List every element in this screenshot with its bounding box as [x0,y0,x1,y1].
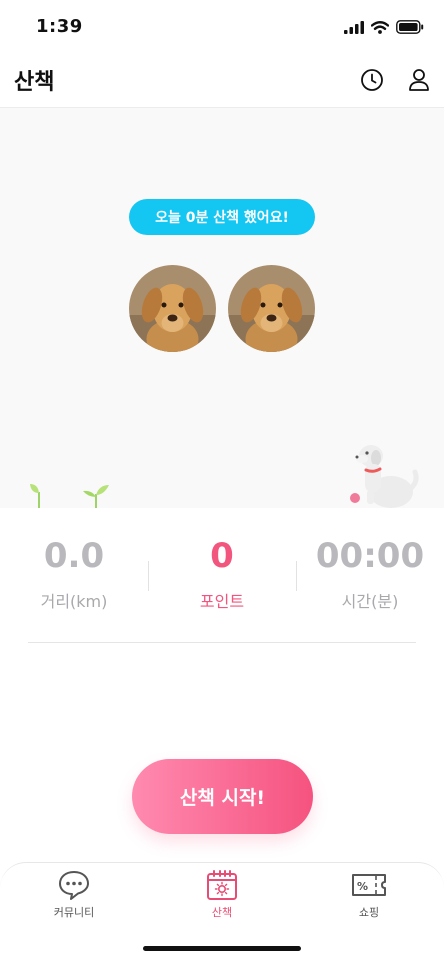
status-icons [344,18,424,36]
clock-icon [361,69,383,91]
dog-photo-icon [129,265,216,352]
home-indicator [143,946,301,951]
sprout-icon [30,484,40,508]
cellular-signal-icon [344,20,364,34]
calendar-sun-icon [207,870,237,900]
tab-walk[interactable]: 산책 [167,869,277,931]
dog-avatar[interactable] [129,265,216,352]
time-value: 00:00 [315,536,425,576]
dog-avatar[interactable] [228,265,315,352]
svg-text:%: % [357,880,368,893]
tab-shopping[interactable]: % 쇼핑 [314,869,424,931]
tab-community[interactable]: 커뮤니티 [19,869,129,931]
points-label: 포인트 [199,592,245,611]
history-button[interactable] [358,66,386,94]
profile-button[interactable] [405,66,433,94]
app-header: 산책 [0,54,444,108]
status-bar: 1:39 [0,0,444,54]
walk-stats: 0.0 거리(km) 0 포인트 00:00 시간(분) [0,508,444,643]
tab-walk-label: 산책 [211,906,233,919]
points-stat: 0 포인트 [148,536,296,612]
sprout-icon [83,485,109,508]
dog-illustration-icon [350,445,419,508]
chat-bubble-icon [59,871,89,900]
distance-label: 거리(km) [40,592,108,611]
tab-community-label: 커뮤니티 [53,906,95,919]
walk-hero: 오늘 0분 산책 했어요! [0,108,444,508]
distance-stat: 0.0 거리(km) [0,536,148,612]
time-label: 시간(분) [341,592,399,611]
stats-divider [28,642,416,643]
bottom-tab-bar: 커뮤니티 산책 % 쇼핑 [0,862,444,961]
user-icon [409,69,429,91]
time-stat: 00:00 시간(분) [296,536,444,612]
dog-photo-icon [228,265,315,352]
wifi-icon [371,20,389,34]
tab-shopping-label: 쇼핑 [358,906,380,919]
coupon-icon: % [352,874,386,896]
distance-value: 0.0 [43,536,105,576]
start-walk-button[interactable]: 산책 시작! [132,759,313,834]
status-time: 1:39 [36,16,83,37]
today-walk-badge: 오늘 0분 산책 했어요! [129,199,315,235]
battery-icon [396,20,424,34]
points-value: 0 [210,536,234,576]
page-title: 산책 [14,70,55,95]
